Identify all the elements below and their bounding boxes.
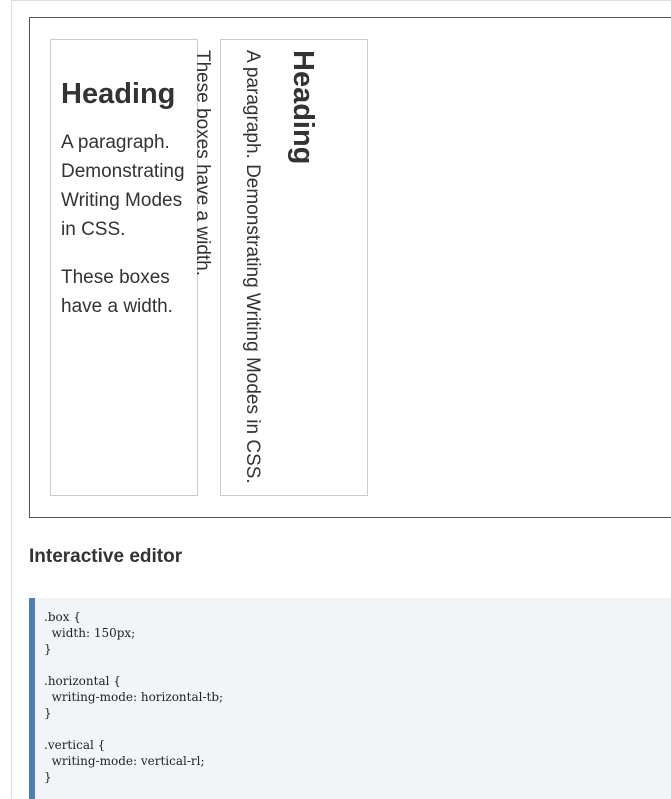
code-line[interactable]: [44, 657, 671, 673]
horizontal-box-heading: Heading: [61, 78, 176, 110]
code-line[interactable]: }: [44, 705, 671, 721]
horizontal-writing-box: Heading A paragraph. Demonstrating Writi…: [50, 39, 198, 496]
code-line[interactable]: .box {: [44, 609, 671, 625]
horizontal-box-paragraph: A paragraph. Demonstrating Writing Modes…: [61, 132, 185, 240]
vertical-box-note: These boxes have a width.: [192, 50, 213, 277]
code-line[interactable]: [44, 721, 671, 737]
vertical-box-paragraph: A paragraph. Demonstrating Writing Modes…: [242, 50, 263, 484]
code-line[interactable]: .horizontal {: [44, 673, 671, 689]
code-line[interactable]: }: [44, 769, 671, 785]
code-line[interactable]: writing-mode: vertical-rl;: [44, 753, 671, 769]
css-code-editor[interactable]: .box { width: 150px;} .horizontal { writi…: [29, 598, 671, 799]
interactive-editor-title: Interactive editor: [29, 546, 183, 567]
code-line[interactable]: writing-mode: horizontal-tb;: [44, 689, 671, 705]
vertical-box-heading: Heading: [287, 50, 319, 165]
example-output-frame: Heading A paragraph. Demonstrating Writi…: [29, 17, 671, 518]
page-top-divider: [11, 0, 671, 1]
page-left-divider: [11, 0, 12, 799]
code-line[interactable]: .vertical {: [44, 737, 671, 753]
vertical-writing-box: Heading A paragraph. Demonstrating Writi…: [192, 39, 368, 496]
code-block[interactable]: .box { width: 150px;} .horizontal { writi…: [35, 598, 671, 785]
code-line[interactable]: }: [44, 641, 671, 657]
code-line[interactable]: width: 150px;: [44, 625, 671, 641]
horizontal-box-note: These boxes have a width.: [61, 267, 173, 317]
